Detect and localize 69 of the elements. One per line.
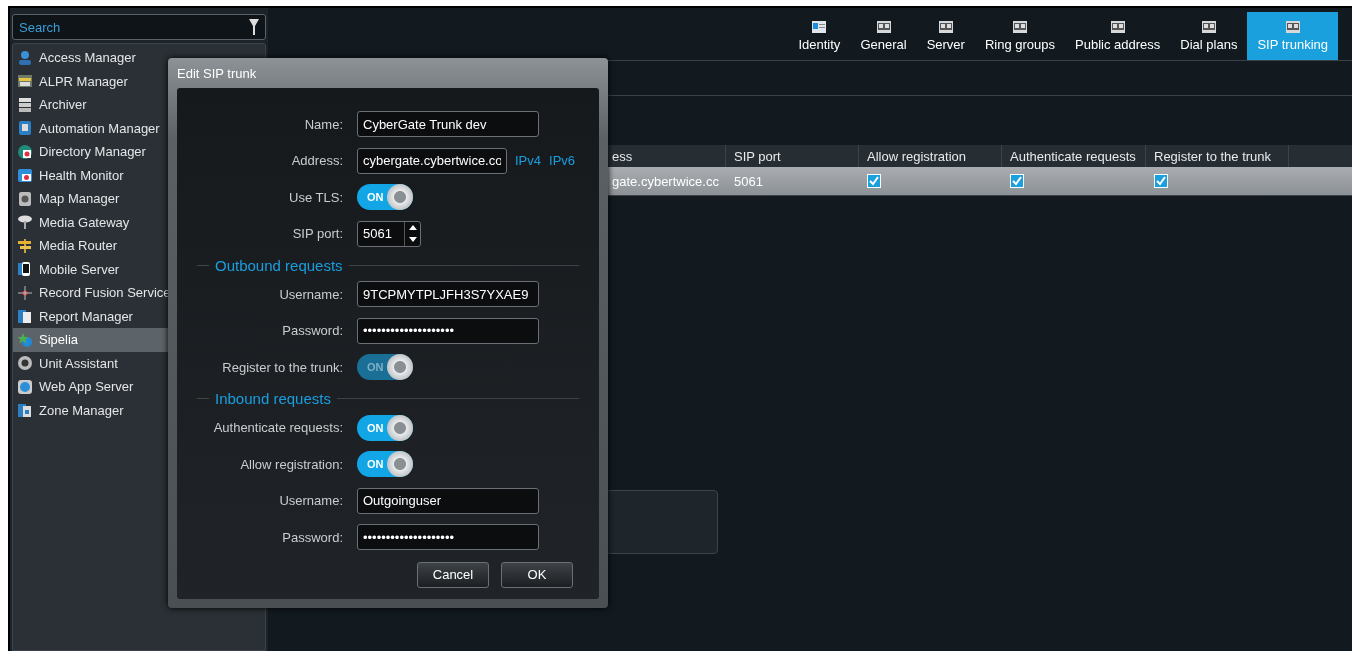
- window-icon: [1110, 20, 1125, 33]
- password-field[interactable]: ••••••••••••••••••••: [357, 524, 539, 551]
- sidebar-item[interactable]: Map Manager: [13, 187, 265, 211]
- sidebar-item[interactable]: Archiver: [13, 93, 265, 117]
- field-label: Username:: [278, 286, 344, 302]
- field-label: Password:: [281, 323, 344, 339]
- field-label: SIP port:: [291, 226, 344, 242]
- text-field[interactable]: 9TCPMYTPLJFH3S7YXAE9: [357, 281, 539, 308]
- check-icon: [1011, 175, 1023, 187]
- field-label: Name:: [303, 116, 344, 132]
- id-card-icon: [812, 20, 827, 33]
- up-arrow-icon[interactable]: [408, 225, 417, 231]
- tab[interactable]: Identity: [788, 12, 851, 60]
- sidebar-item[interactable]: Media Gateway: [13, 210, 265, 234]
- device-icon: [17, 120, 33, 137]
- checkbox[interactable]: [1154, 174, 1168, 188]
- network-icon: [17, 284, 33, 301]
- field-label: Address:: [290, 153, 344, 169]
- tab[interactable]: Ring groups: [974, 12, 1066, 60]
- sidebar-item[interactable]: Directory Manager: [13, 140, 265, 164]
- window-icon: [938, 20, 953, 33]
- window-icon: [1285, 20, 1300, 33]
- link[interactable]: IPv4: [515, 153, 541, 169]
- window-icon: [1012, 20, 1027, 33]
- window-icon: [1201, 20, 1216, 33]
- check-icon: [868, 175, 880, 187]
- tab[interactable]: Dial plans: [1170, 12, 1248, 60]
- satellite-dish-icon: [17, 214, 33, 231]
- link[interactable]: IPv6: [549, 153, 576, 169]
- server-icon: [17, 96, 33, 113]
- field-label: Register to the trunk:: [221, 359, 344, 375]
- field-label: Authenticate requests:: [212, 420, 344, 436]
- tab[interactable]: Public address: [1065, 12, 1171, 60]
- table-cell-text: gate.cybertwice.cc: [611, 172, 720, 191]
- section-title: Outbound requests: [215, 256, 343, 274]
- password-field[interactable]: ••••••••••••••••••••: [357, 317, 539, 344]
- tab[interactable]: Server: [916, 12, 975, 60]
- field-label: Password:: [281, 529, 344, 545]
- window-icon: [876, 20, 891, 33]
- field-label: Username:: [278, 493, 344, 509]
- section-title: Inbound requests: [215, 390, 331, 407]
- heart-globe-icon: [17, 143, 33, 160]
- text-field[interactable]: CyberGate Trunk dev: [357, 111, 539, 138]
- document-icon: [17, 308, 33, 325]
- down-arrow-icon[interactable]: [408, 237, 417, 243]
- text-field[interactable]: cybergate.cybertwice.co: [357, 147, 507, 174]
- filter-icon[interactable]: [249, 19, 259, 35]
- sidebar-item[interactable]: Health Monitor: [13, 163, 265, 187]
- globe-icon: [17, 378, 33, 395]
- table-cell-text: 5061: [733, 172, 764, 191]
- tab[interactable]: General: [850, 12, 917, 60]
- number-field[interactable]: 5061: [357, 220, 421, 247]
- sidebar-item[interactable]: Record Fusion Service: [13, 281, 265, 305]
- field-label: Allow registration:: [239, 456, 344, 472]
- sidebar-item[interactable]: Automation Manager: [13, 116, 265, 140]
- sidebar-item[interactable]: Media Router: [13, 234, 265, 258]
- star-icon: [17, 331, 33, 348]
- text-field[interactable]: Outgoinguser: [357, 487, 539, 514]
- sidebar-item[interactable]: Report Manager: [13, 304, 265, 328]
- document-icon: [17, 402, 33, 419]
- check-icon: [1155, 175, 1167, 187]
- ok-button[interactable]: OK: [501, 561, 573, 588]
- search-field[interactable]: Search: [12, 14, 266, 40]
- signpost-icon: [17, 237, 33, 254]
- checkbox[interactable]: [867, 174, 881, 188]
- cancel-button[interactable]: Cancel: [417, 561, 489, 588]
- phone-icon: [17, 261, 33, 278]
- checkbox[interactable]: [1010, 174, 1024, 188]
- person-icon: [17, 49, 33, 66]
